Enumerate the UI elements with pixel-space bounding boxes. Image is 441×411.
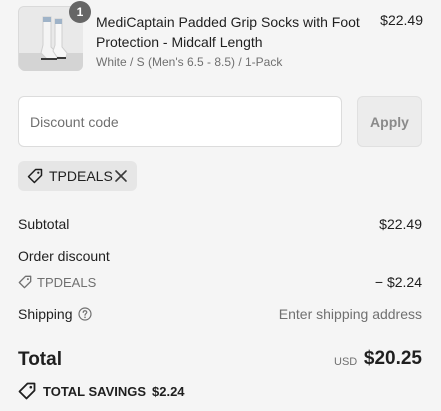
subtotal-value: $22.49 — [379, 216, 422, 232]
total-savings-label: TOTAL SAVINGS — [43, 384, 147, 399]
applied-discount-chip: TPDEALS — [18, 161, 137, 191]
order-summary: 1 MediCaptain Padded Grip Socks with Foo… — [0, 0, 441, 411]
savings-tag-icon — [18, 382, 36, 400]
product-thumbnail: 1 — [18, 1, 91, 71]
product-price: $22.49 — [380, 12, 423, 28]
line-item: 1 MediCaptain Padded Grip Socks with Foo… — [18, 1, 423, 72]
total-value: $20.25 — [363, 348, 422, 369]
order-discount-value: − $2.24 — [374, 274, 422, 290]
question-circle-icon[interactable] — [78, 307, 92, 321]
product-variant: White / S (Men's 6.5 - 8.5) / 1-Pack — [96, 55, 283, 69]
currency-code: USD — [334, 356, 358, 368]
shipping-value: Enter shipping address — [278, 306, 422, 322]
product-name: MediCaptain Padded Grip Socks with Foot … — [96, 14, 360, 50]
order-discount-code: TPDEALS — [37, 275, 97, 290]
total-savings-value: $2.24 — [152, 384, 185, 399]
subtotal-label: Subtotal — [18, 216, 70, 232]
tag-icon — [18, 275, 32, 289]
shipping-label: Shipping — [18, 306, 73, 322]
close-icon[interactable] — [114, 169, 128, 183]
applied-discount-code: TPDEALS — [49, 168, 113, 184]
tag-icon — [27, 168, 43, 184]
order-discount-label: Order discount — [18, 248, 110, 264]
discount-code-input[interactable] — [18, 96, 342, 147]
apply-discount-button[interactable]: Apply — [357, 96, 422, 147]
total-label: Total — [18, 349, 62, 370]
quantity-badge: 1 — [69, 1, 91, 23]
